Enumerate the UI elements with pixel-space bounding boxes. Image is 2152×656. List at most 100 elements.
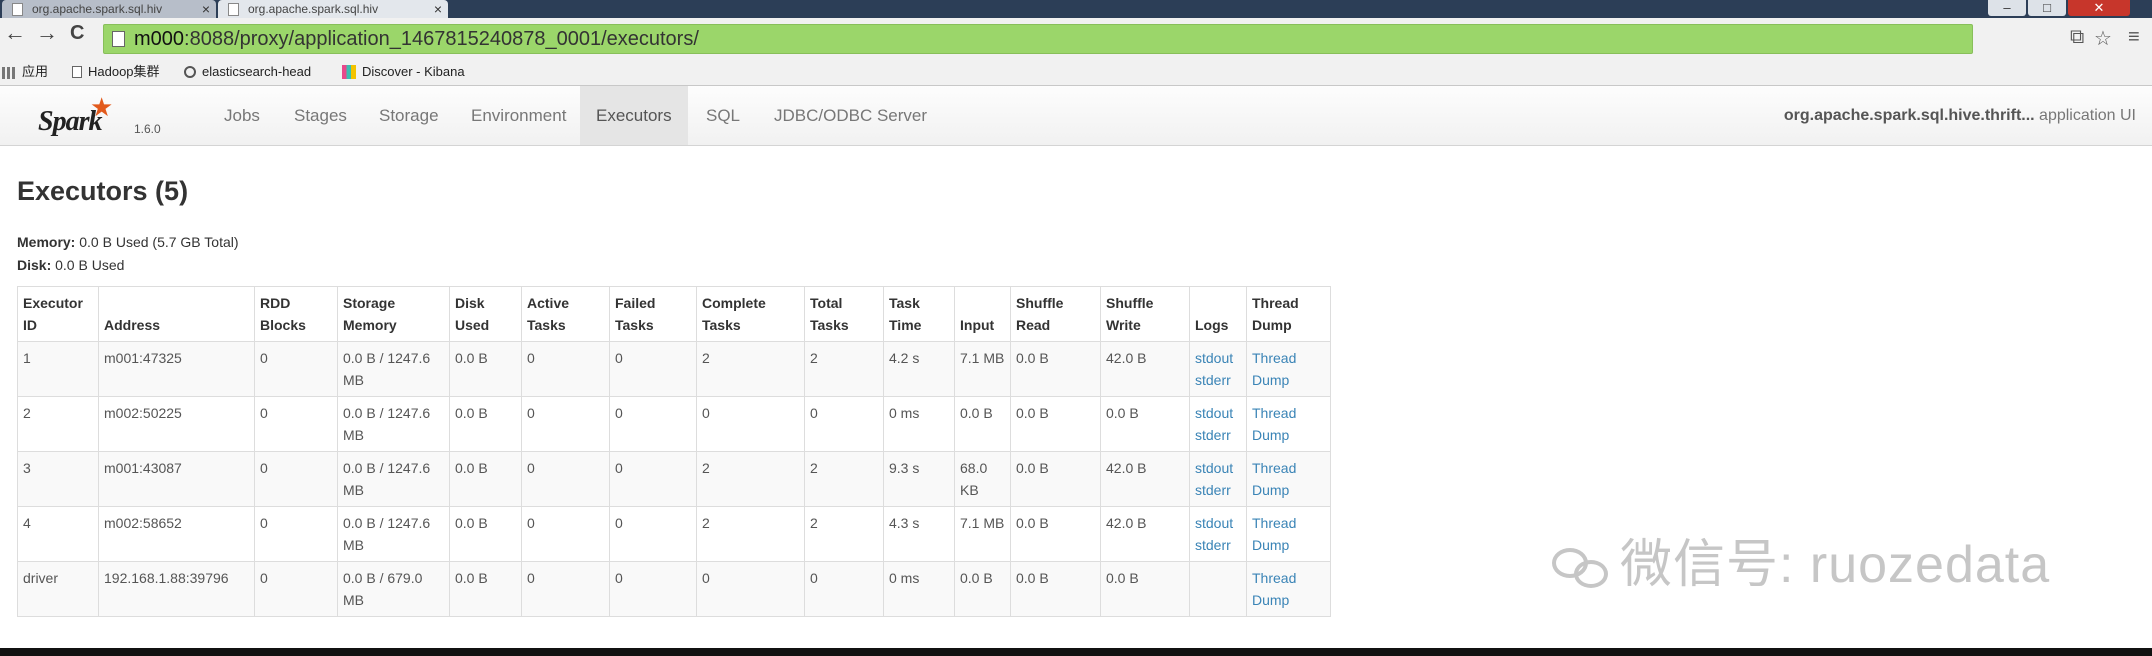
- cell-complete-tasks: 2: [696, 341, 805, 397]
- cell-task-time: 9.3 s: [883, 451, 955, 507]
- col-header-complete-tasks[interactable]: Complete Tasks: [696, 286, 805, 342]
- thread-dump-link[interactable]: Thread Dump: [1252, 457, 1325, 501]
- browser-tab-active[interactable]: org.apache.spark.sql.hiv ×: [218, 0, 448, 18]
- cell-shuffle-write: 42.0 B: [1100, 506, 1190, 562]
- wechat-icon: [1552, 542, 1612, 590]
- cell-thread-dump: Thread Dump: [1246, 451, 1331, 507]
- col-header-storage-memory[interactable]: Storage Memory: [337, 286, 450, 342]
- col-header-address[interactable]: Address: [98, 286, 255, 342]
- cell-storage-memory: 0.0 B / 1247.6 MB: [337, 396, 450, 452]
- cell-thread-dump: Thread Dump: [1246, 506, 1331, 562]
- cell-complete-tasks: 2: [696, 506, 805, 562]
- page-icon: [72, 66, 82, 78]
- cell-shuffle-read: 0.0 B: [1010, 396, 1101, 452]
- stderr-link[interactable]: stderr: [1195, 424, 1241, 446]
- thread-dump-link[interactable]: Thread Dump: [1252, 402, 1325, 446]
- bookmark-elasticsearch[interactable]: elasticsearch-head: [184, 60, 311, 84]
- elasticsearch-icon: [184, 66, 196, 78]
- menu-icon[interactable]: ≡: [2128, 26, 2140, 49]
- nav-jobs[interactable]: Jobs: [208, 86, 276, 145]
- stdout-link[interactable]: stdout: [1195, 347, 1241, 369]
- reload-icon[interactable]: C: [70, 22, 84, 44]
- page-icon: [228, 3, 239, 16]
- col-header-shuffle-write[interactable]: Shuffle Write: [1100, 286, 1190, 342]
- col-header-total-tasks[interactable]: Total Tasks: [804, 286, 884, 342]
- cell-shuffle-write: 0.0 B: [1100, 561, 1190, 617]
- bookmark-apps[interactable]: 应用: [22, 60, 48, 84]
- cell-failed-tasks: 0: [609, 561, 697, 617]
- address-bar[interactable]: m000:8088/proxy/application_146781524087…: [103, 24, 1973, 54]
- bookmark-star-icon[interactable]: ☆: [2094, 26, 2112, 51]
- spark-logo[interactable]: Spark ★ 1.6.0: [38, 92, 161, 142]
- cell-address: m001:47325: [98, 341, 255, 397]
- cell-input: 68.0 KB: [954, 451, 1011, 507]
- table-row: driver 192.168.1.88:39796 0 0.0 B / 679.…: [17, 561, 1331, 617]
- nav-stages[interactable]: Stages: [278, 86, 363, 145]
- col-header-input[interactable]: Input: [954, 286, 1011, 342]
- cell-logs: stdout stderr: [1189, 451, 1247, 507]
- cell-disk-used: 0.0 B: [449, 451, 522, 507]
- page-icon: [112, 31, 125, 47]
- table-row: 2 m002:50225 0 0.0 B / 1247.6 MB 0.0 B 0…: [17, 396, 1331, 452]
- stdout-link[interactable]: stdout: [1195, 402, 1241, 424]
- nav-environment[interactable]: Environment: [455, 86, 582, 145]
- tab-title: org.apache.spark.sql.hiv: [248, 2, 379, 16]
- nav-jdbc-odbc-server[interactable]: JDBC/ODBC Server: [758, 86, 943, 145]
- tab-close-icon[interactable]: ×: [434, 0, 442, 18]
- forward-arrow-icon[interactable]: →: [36, 22, 58, 44]
- browser-tab[interactable]: org.apache.spark.sql.hiv ×: [2, 0, 216, 18]
- cell-active-tasks: 0: [521, 561, 610, 617]
- cell-total-tasks: 2: [804, 506, 884, 562]
- cell-task-time: 0 ms: [883, 561, 955, 617]
- window-maximize-button[interactable]: □: [2028, 0, 2066, 16]
- cell-failed-tasks: 0: [609, 396, 697, 452]
- cell-logs: [1189, 561, 1247, 617]
- bookmark-kibana[interactable]: Discover - Kibana: [342, 60, 465, 84]
- cell-storage-memory: 0.0 B / 679.0 MB: [337, 561, 450, 617]
- storage-summary: Memory: 0.0 B Used (5.7 GB Total) Disk: …: [17, 231, 239, 277]
- table-row: 4 m002:58652 0 0.0 B / 1247.6 MB 0.0 B 0…: [17, 506, 1331, 562]
- apps-icon[interactable]: [2, 67, 16, 79]
- thread-dump-link[interactable]: Thread Dump: [1252, 567, 1325, 611]
- cell-logs: stdout stderr: [1189, 341, 1247, 397]
- thread-dump-link[interactable]: Thread Dump: [1252, 347, 1325, 391]
- col-header-disk-used[interactable]: Disk Used: [449, 286, 522, 342]
- stderr-link[interactable]: stderr: [1195, 479, 1241, 501]
- cell-rdd-blocks: 0: [254, 396, 338, 452]
- spark-version: 1.6.0: [134, 122, 161, 136]
- window-close-button[interactable]: ✕: [2068, 0, 2130, 16]
- col-header-rdd-blocks[interactable]: RDD Blocks: [254, 286, 338, 342]
- page-title: Executors (5): [17, 176, 189, 206]
- col-header-executor-id[interactable]: Executor ID: [17, 286, 99, 342]
- cell-input: 0.0 B: [954, 561, 1011, 617]
- col-header-failed-tasks[interactable]: Failed Tasks: [609, 286, 697, 342]
- bookmark-hadoop[interactable]: Hadoop集群: [72, 60, 160, 84]
- stderr-link[interactable]: stderr: [1195, 369, 1241, 391]
- stdout-link[interactable]: stdout: [1195, 457, 1241, 479]
- col-header-active-tasks[interactable]: Active Tasks: [521, 286, 610, 342]
- cell-active-tasks: 0: [521, 451, 610, 507]
- nav-storage[interactable]: Storage: [363, 86, 455, 145]
- table-row: 3 m001:43087 0 0.0 B / 1247.6 MB 0.0 B 0…: [17, 451, 1331, 507]
- col-header-shuffle-read[interactable]: Shuffle Read: [1010, 286, 1101, 342]
- nav-executors[interactable]: Executors: [580, 86, 688, 145]
- stdout-link[interactable]: stdout: [1195, 512, 1241, 534]
- col-header-task-time[interactable]: Task Time: [883, 286, 955, 342]
- cell-active-tasks: 0: [521, 396, 610, 452]
- cell-address: 192.168.1.88:39796: [98, 561, 255, 617]
- nav-sql[interactable]: SQL: [690, 86, 756, 145]
- cell-failed-tasks: 0: [609, 451, 697, 507]
- cell-address: m002:50225: [98, 396, 255, 452]
- kibana-icon: [342, 65, 356, 79]
- cell-disk-used: 0.0 B: [449, 506, 522, 562]
- address-url[interactable]: m000:8088/proxy/application_146781524087…: [134, 28, 699, 50]
- cell-storage-memory: 0.0 B / 1247.6 MB: [337, 341, 450, 397]
- translate-icon[interactable]: ⧉: [2070, 26, 2084, 49]
- cell-active-tasks: 0: [521, 506, 610, 562]
- back-arrow-icon[interactable]: ←: [4, 22, 26, 44]
- window-minimize-button[interactable]: –: [1988, 0, 2026, 16]
- thread-dump-link[interactable]: Thread Dump: [1252, 512, 1325, 556]
- tab-close-icon[interactable]: ×: [202, 0, 210, 18]
- cell-rdd-blocks: 0: [254, 506, 338, 562]
- stderr-link[interactable]: stderr: [1195, 534, 1241, 556]
